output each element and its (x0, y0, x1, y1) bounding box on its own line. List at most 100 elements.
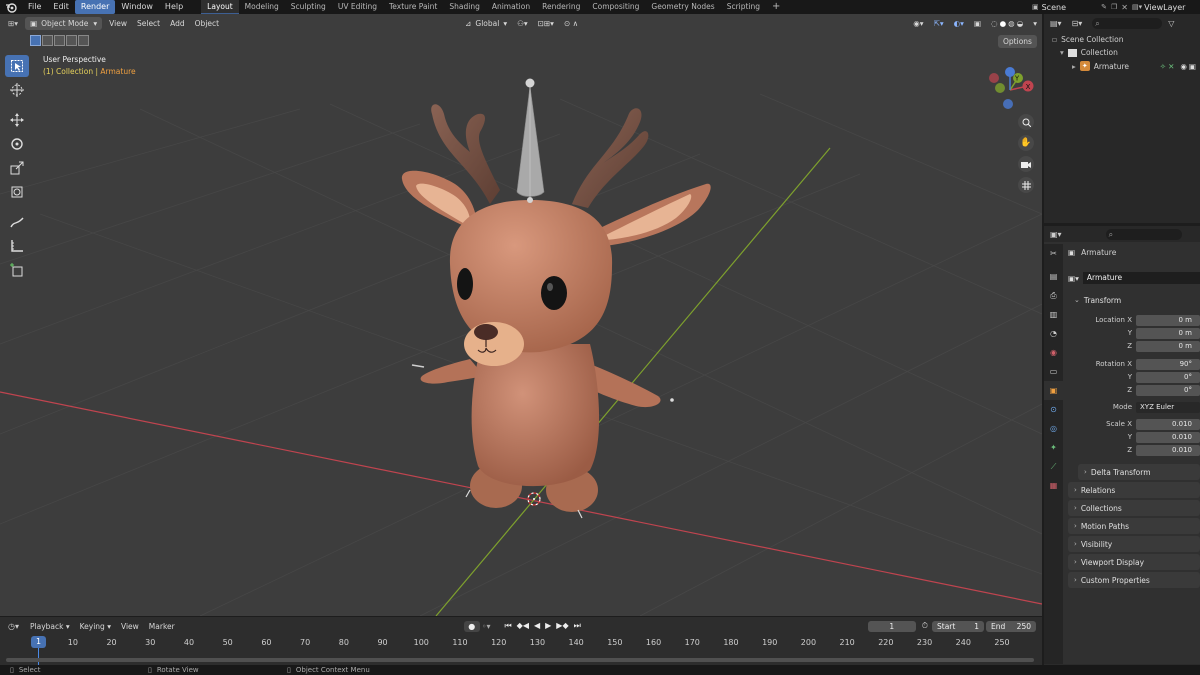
armature-data-tab-icon[interactable]: ✦ (1044, 438, 1063, 457)
camera-view-icon[interactable] (1018, 156, 1034, 172)
remove-scene-icon[interactable]: ✕ (1121, 3, 1128, 12)
properties-search-input[interactable]: ⌕ (1105, 228, 1182, 240)
view-layer-selector[interactable]: ▤▾ ViewLayer (1132, 2, 1200, 13)
bone-tab-icon[interactable]: ⟋ (1044, 457, 1063, 476)
menu-file[interactable]: File (22, 0, 47, 14)
eye-icon[interactable]: ◉ (1180, 62, 1187, 71)
menu-object[interactable]: Object (190, 17, 224, 30)
proportional-edit-icon[interactable]: ⊙ ∧ (559, 17, 583, 30)
gizmo-toggle-icon[interactable]: ⇱▾ (929, 17, 949, 30)
viewport-display-panel[interactable]: › Viewport Display (1068, 554, 1200, 570)
modifier-tab-icon[interactable]: ⊙ (1044, 400, 1063, 419)
overlay-toggle-icon[interactable]: ◐▾ (949, 17, 969, 30)
select-intersect-icon[interactable] (78, 35, 89, 46)
scale-x-field[interactable]: 0.010 (1136, 418, 1200, 430)
move-tool-icon[interactable] (5, 109, 29, 131)
custom-properties-panel[interactable]: › Custom Properties (1068, 572, 1200, 588)
timeline-scrollbar[interactable] (6, 658, 1034, 662)
measure-tool-icon[interactable] (5, 235, 29, 257)
menu-render[interactable]: Render (74, 0, 116, 14)
collections-panel[interactable]: › Collections (1068, 500, 1200, 516)
cursor-tool-icon[interactable] (5, 79, 29, 101)
object-data-icon[interactable]: ▣▾ (1068, 274, 1079, 283)
outliner-armature-row[interactable]: ▸ ✦ Armature ✧ ✕ ◉ ▣ (1072, 60, 1200, 72)
outliner-editor-icon[interactable]: ▤▾ (1050, 19, 1062, 28)
camera-restrict-icon[interactable]: ▣ (1189, 62, 1196, 71)
new-scene-icon[interactable]: ❐ (1111, 3, 1117, 11)
view-layer-tab-icon[interactable]: ▥ (1044, 305, 1063, 324)
location-z-field[interactable]: 0 m (1136, 340, 1200, 352)
add-workspace-button[interactable]: + (766, 0, 786, 14)
filter-icon[interactable]: ▽ (1168, 19, 1174, 28)
add-cube-tool-icon[interactable] (5, 259, 29, 281)
blender-logo-icon[interactable] (0, 0, 22, 14)
outliner-collection[interactable]: ▾ Collection (1060, 48, 1118, 57)
relations-panel[interactable]: › Relations (1068, 482, 1200, 498)
3d-viewport[interactable]: ⊞▾ ▣ Object Mode ▾ View Select Add Objec… (0, 14, 1042, 616)
properties-editor-icon[interactable]: ▣▾ (1050, 230, 1062, 239)
options-button[interactable]: Options (998, 35, 1037, 48)
expand-arrow-icon[interactable]: ▸ (1072, 62, 1076, 71)
snap-icon[interactable]: ⊡⊞▾ (533, 17, 559, 30)
menu-edit[interactable]: Edit (47, 0, 75, 14)
motion-paths-panel[interactable]: › Motion Paths (1068, 518, 1200, 534)
tab-geometry-nodes[interactable]: Geometry Nodes (645, 0, 720, 14)
outliner-search-input[interactable]: ⌕ (1092, 17, 1163, 29)
ortho-grid-icon[interactable] (1018, 177, 1034, 193)
annotate-tool-icon[interactable] (5, 211, 29, 233)
location-y-field[interactable]: 0 m (1136, 327, 1200, 339)
scene-tab-icon[interactable]: ◔ (1044, 324, 1063, 343)
scale-y-field[interactable]: 0.010 (1136, 431, 1200, 443)
menu-add[interactable]: Add (165, 17, 190, 30)
menu-help[interactable]: Help (159, 0, 189, 14)
pan-hand-icon[interactable]: ✋ (1018, 135, 1034, 151)
solid-shading-icon[interactable]: ● (1000, 17, 1007, 30)
menu-view[interactable]: View (104, 17, 132, 30)
shading-options-icon[interactable]: ▾ (1028, 17, 1042, 30)
collection-tab-icon[interactable]: ▭ (1044, 362, 1063, 381)
scale-tool-icon[interactable] (5, 157, 29, 179)
tab-compositing[interactable]: Compositing (586, 0, 645, 14)
wireframe-shading-icon[interactable]: ◌ (991, 17, 998, 30)
navigation-gizmo[interactable]: Y X (980, 66, 1040, 118)
select-subtract-icon[interactable] (54, 35, 65, 46)
object-datablock-row[interactable]: ▣▾ Armature (1068, 272, 1200, 284)
transform-tool-icon[interactable] (5, 181, 29, 203)
location-x-field[interactable]: 0 m (1136, 314, 1200, 326)
visibility-panel[interactable]: › Visibility (1068, 536, 1200, 552)
tab-uv-editing[interactable]: UV Editing (332, 0, 383, 14)
object-name-field[interactable]: Armature (1082, 272, 1200, 284)
xray-toggle-icon[interactable]: ▣ (969, 17, 986, 30)
rotation-y-field[interactable]: 0° (1136, 371, 1200, 383)
zoom-icon[interactable] (1018, 114, 1034, 130)
rotation-z-field[interactable]: 0° (1136, 384, 1200, 396)
tool-tab-icon[interactable]: ✂ (1044, 244, 1063, 263)
tab-shading[interactable]: Shading (443, 0, 485, 14)
world-tab-icon[interactable]: ◉ (1044, 343, 1063, 362)
output-tab-icon[interactable]: ⎙ (1044, 286, 1063, 305)
orientation-selector[interactable]: ⊿ Global ▾ (460, 17, 512, 30)
tab-layout[interactable]: Layout (201, 0, 239, 14)
transform-panel-header[interactable]: ⌄ Transform (1068, 292, 1200, 308)
expand-arrow-icon[interactable]: ▾ (1060, 48, 1064, 57)
select-invert-icon[interactable] (66, 35, 77, 46)
visibility-icon[interactable]: ◉▾ (908, 17, 928, 30)
rotate-tool-icon[interactable] (5, 133, 29, 155)
object-tab-icon[interactable]: ▣ (1044, 381, 1063, 400)
select-extend-icon[interactable] (42, 35, 53, 46)
menu-window[interactable]: Window (115, 0, 159, 14)
scene-selector[interactable]: ▣ Scene ✎ ❐ ✕ (1032, 2, 1128, 13)
outliner-scene-collection[interactable]: ▫ Scene Collection (1052, 35, 1123, 44)
rotation-x-field[interactable]: 90° (1136, 358, 1200, 370)
tab-animation[interactable]: Animation (486, 0, 536, 14)
tab-texture-paint[interactable]: Texture Paint (383, 0, 443, 14)
mode-selector[interactable]: ▣ Object Mode ▾ (25, 17, 103, 30)
tab-scripting[interactable]: Scripting (721, 0, 766, 14)
material-shading-icon[interactable]: ◍ (1008, 17, 1015, 30)
playhead-frame-marker[interactable]: 1 (31, 636, 46, 648)
rendered-shading-icon[interactable]: ◒ (1017, 17, 1024, 30)
delta-transform-panel[interactable]: › Delta Transform (1078, 464, 1200, 480)
shading-modes[interactable]: ◌ ● ◍ ◒ (986, 17, 1028, 30)
physics-tab-icon[interactable]: ◎ (1044, 419, 1063, 438)
pin-icon[interactable]: ✎ (1101, 3, 1107, 11)
